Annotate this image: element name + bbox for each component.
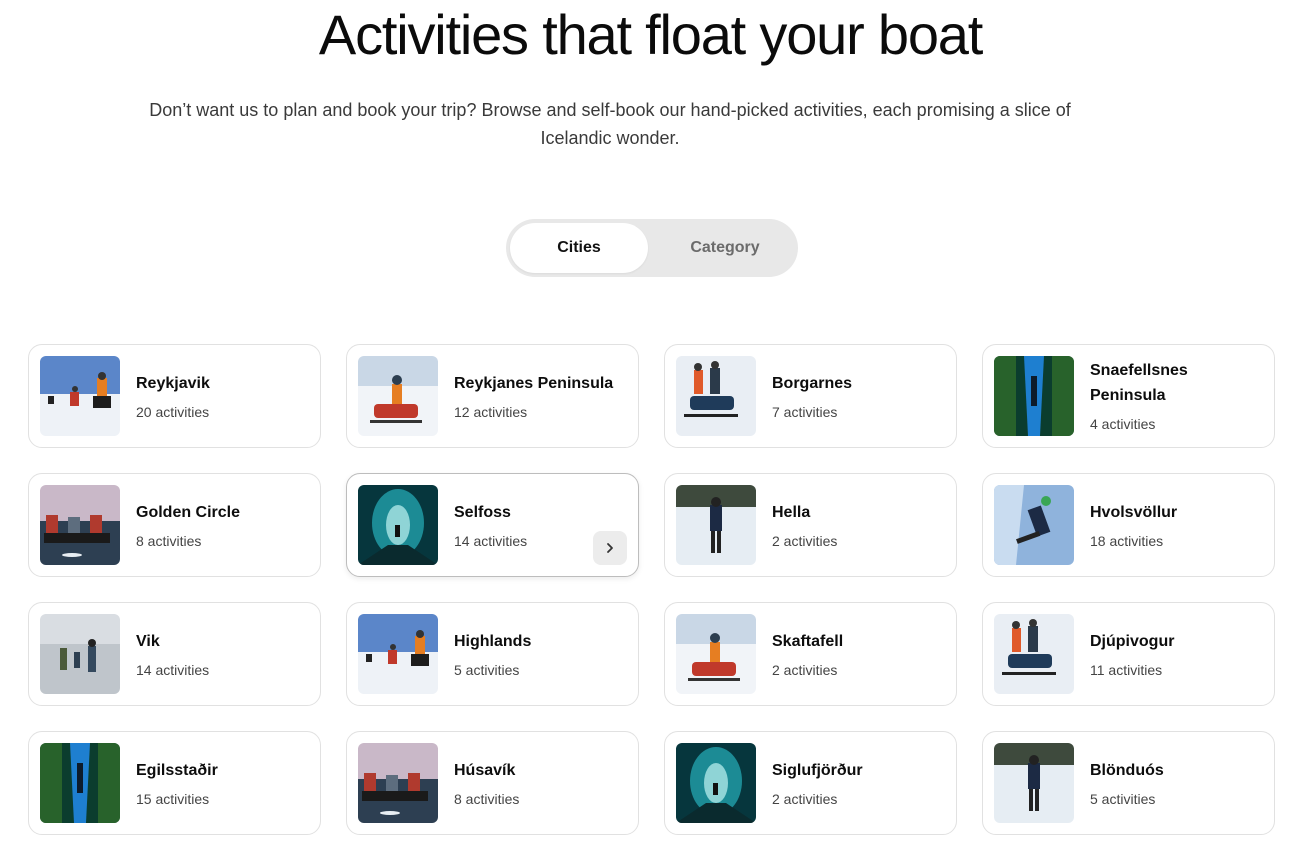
city-card[interactable]: Egilsstaðir 15 activities — [28, 731, 321, 835]
city-info: Blönduós 5 activities — [1090, 758, 1164, 809]
city-grid: Reykjavik 20 activities Reykjanes Peninsu… — [28, 344, 1275, 835]
city-name: Skaftafell — [772, 632, 844, 650]
activity-count: 2 activities — [772, 661, 838, 678]
city-card[interactable]: Skaftafell 2 activities — [664, 602, 957, 706]
activity-count: 11 activities — [1090, 661, 1163, 678]
city-info: Snaefellsnes Peninsula 4 activities — [1090, 358, 1210, 434]
city-name: Reykjanes Peninsula — [454, 374, 614, 392]
city-name: Hvolsvöllur — [1090, 503, 1178, 521]
city-name: Hella — [772, 503, 811, 521]
city-thumbnail — [40, 356, 120, 436]
city-thumbnail — [994, 614, 1074, 694]
activity-count: 5 activities — [454, 661, 520, 678]
page-title: Activities that float your boat — [318, 3, 983, 66]
page-subtitle: Don’t want us to plan and book your trip… — [149, 100, 1071, 148]
city-card[interactable]: Golden Circle 8 activities — [28, 473, 321, 577]
city-thumbnail — [994, 485, 1074, 565]
activity-count: 4 activities — [1090, 416, 1156, 432]
activity-count: 2 activities — [772, 532, 838, 549]
chevron-right-icon[interactable] — [593, 531, 627, 565]
city-card[interactable]: Reykjavik 20 activities — [28, 344, 321, 448]
city-info: Hella 2 activities — [772, 500, 837, 551]
city-card[interactable]: Hvolsvöllur 18 activities — [982, 473, 1275, 577]
city-info: Skaftafell 2 activities — [772, 629, 843, 680]
city-thumbnail — [676, 614, 756, 694]
city-thumbnail — [358, 356, 438, 436]
city-card[interactable]: Reykjanes Peninsula 12 activities — [346, 344, 639, 448]
city-thumbnail — [40, 743, 120, 823]
city-thumbnail — [994, 743, 1074, 823]
city-name: Selfoss — [454, 503, 511, 521]
city-thumbnail — [676, 485, 756, 565]
city-thumbnail — [358, 614, 438, 694]
activity-count: 7 activities — [772, 403, 838, 420]
city-name: Highlands — [454, 632, 532, 650]
city-info: Reykjavik 20 activities — [136, 371, 210, 422]
city-thumbnail — [994, 356, 1074, 436]
city-info: Hvolsvöllur 18 activities — [1090, 500, 1177, 551]
toggle-cities[interactable]: Cities — [510, 223, 648, 273]
city-name: Egilsstaðir — [136, 761, 218, 779]
city-card[interactable]: Vik 14 activities — [28, 602, 321, 706]
city-info: Siglufjörður 2 activities — [772, 758, 863, 809]
city-thumbnail — [358, 743, 438, 823]
city-info: Highlands 5 activities — [454, 629, 531, 680]
city-info: Selfoss 14 activities — [454, 500, 527, 551]
city-info: Vik 14 activities — [136, 629, 209, 680]
activity-count: 5 activities — [1090, 790, 1156, 807]
city-thumbnail — [676, 356, 756, 436]
city-card[interactable]: Hella 2 activities — [664, 473, 957, 577]
city-thumbnail — [676, 743, 756, 823]
city-name: Golden Circle — [136, 503, 241, 521]
city-info: Djúpivogur 11 activities — [1090, 629, 1174, 680]
city-thumbnail — [40, 485, 120, 565]
city-thumbnail — [40, 614, 120, 694]
city-card[interactable]: Húsavík 8 activities — [346, 731, 639, 835]
city-name: Borgarnes — [772, 374, 853, 392]
city-name: Reykjavik — [136, 374, 210, 392]
city-name: Djúpivogur — [1090, 632, 1175, 650]
city-name: Siglufjörður — [772, 761, 863, 779]
city-info: Reykjanes Peninsula 12 activities — [454, 371, 613, 422]
city-name: Húsavík — [454, 761, 516, 779]
activity-count: 8 activities — [136, 532, 202, 549]
city-card[interactable]: Selfoss 14 activities — [346, 473, 639, 577]
city-card[interactable]: Snaefellsnes Peninsula 4 activities — [982, 344, 1275, 448]
city-name: Vik — [136, 632, 160, 650]
city-info: Egilsstaðir 15 activities — [136, 758, 218, 809]
activity-count: 12 activities — [454, 403, 528, 420]
city-name: Blönduós — [1090, 761, 1164, 779]
city-thumbnail — [358, 485, 438, 565]
activity-count: 8 activities — [454, 790, 520, 807]
activity-count: 14 activities — [454, 532, 528, 549]
city-card[interactable]: Borgarnes 7 activities — [664, 344, 957, 448]
city-card[interactable]: Highlands 5 activities — [346, 602, 639, 706]
city-card[interactable]: Djúpivogur 11 activities — [982, 602, 1275, 706]
toggle-category[interactable]: Category — [656, 223, 794, 273]
cities-category-toggle: Cities Category — [506, 219, 798, 277]
activity-count: 20 activities — [136, 403, 210, 420]
activity-count: 18 activities — [1090, 532, 1164, 549]
city-info: Húsavík 8 activities — [454, 758, 519, 809]
activity-count: 15 activities — [136, 790, 210, 807]
city-info: Borgarnes 7 activities — [772, 371, 852, 422]
city-name: Snaefellsnes Peninsula — [1090, 362, 1188, 404]
city-info: Golden Circle 8 activities — [136, 500, 240, 551]
activity-count: 2 activities — [772, 790, 838, 807]
city-card[interactable]: Blönduós 5 activities — [982, 731, 1275, 835]
city-card[interactable]: Siglufjörður 2 activities — [664, 731, 957, 835]
activity-count: 14 activities — [136, 661, 210, 678]
